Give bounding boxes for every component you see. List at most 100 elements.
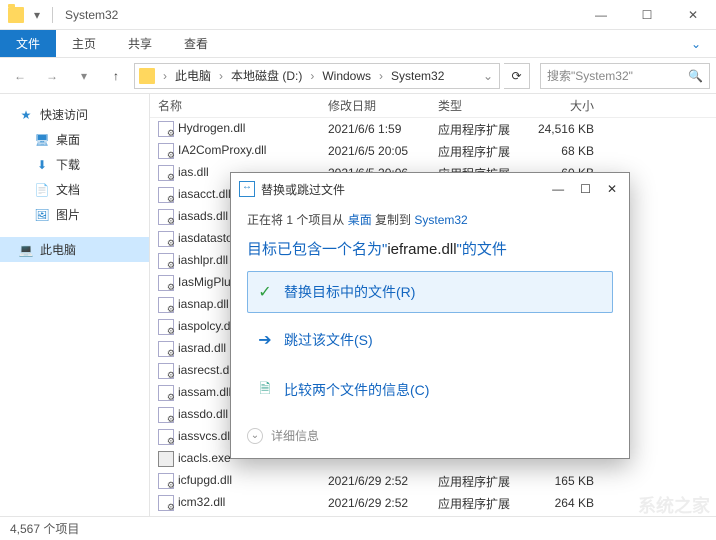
window-controls: — ☐ ✕ xyxy=(578,0,716,30)
sidebar-item-label: 桌面 xyxy=(56,131,80,148)
option-replace[interactable]: ✓ 替换目标中的文件(R) xyxy=(247,271,613,313)
chevron-right-icon[interactable]: › xyxy=(161,69,169,83)
option-label: 跳过该文件(S) xyxy=(284,330,373,350)
file-icon xyxy=(158,209,174,225)
recent-locations-button[interactable]: ▾ xyxy=(70,63,98,89)
file-icon xyxy=(158,363,174,379)
dialog-close-button[interactable]: ✕ xyxy=(607,182,617,196)
sidebar-item-this-pc[interactable]: 💻 此电脑 xyxy=(0,237,149,262)
file-name: Hydrogen.dll xyxy=(178,121,245,135)
file-icon xyxy=(158,451,174,467)
file-type: 应用程序扩展 xyxy=(430,143,522,160)
pictures-icon: 🖼 xyxy=(34,207,50,223)
details-toggle[interactable]: ⌄ 详细信息 xyxy=(247,427,613,444)
breadcrumb-folder-icon xyxy=(139,68,155,84)
tab-share[interactable]: 共享 xyxy=(112,30,168,57)
option-compare[interactable]: 🗎 比较两个文件的信息(C) xyxy=(247,367,613,413)
sidebar-item-documents[interactable]: 📄 文档 xyxy=(0,177,149,202)
computer-icon: 💻 xyxy=(18,242,34,258)
dialog-body: 正在将 1 个项目从 桌面 复制到 System32 目标已包含一个名为"ief… xyxy=(231,205,629,458)
search-placeholder: 搜索"System32" xyxy=(547,67,633,84)
column-headers: 名称 修改日期 类型 大小 xyxy=(150,94,716,118)
quick-access-toolbar-icon[interactable]: ▾ xyxy=(30,8,44,22)
sidebar-item-label: 下载 xyxy=(56,156,80,173)
breadcrumb-segment[interactable]: Windows xyxy=(318,69,375,83)
desktop-icon: 🖥 xyxy=(34,132,50,148)
details-label: 详细信息 xyxy=(271,427,319,444)
destination-link[interactable]: System32 xyxy=(414,213,467,227)
tab-file[interactable]: 文件 xyxy=(0,30,56,57)
refresh-button[interactable]: ⟳ xyxy=(504,63,530,89)
file-icon xyxy=(158,341,174,357)
table-row[interactable]: icfupgd.dll2021/6/29 2:52应用程序扩展165 KB xyxy=(150,470,716,492)
breadcrumb-dropdown[interactable]: ⌄ xyxy=(481,69,495,83)
close-button[interactable]: ✕ xyxy=(670,0,716,30)
forward-button[interactable]: → xyxy=(38,63,66,89)
sidebar-item-desktop[interactable]: 🖥 桌面 xyxy=(0,127,149,152)
chevron-right-icon[interactable]: › xyxy=(308,69,316,83)
table-row[interactable]: IA2ComProxy.dll2021/6/5 20:05应用程序扩展68 KB xyxy=(150,140,716,162)
file-icon xyxy=(158,165,174,181)
compare-icon: 🗎 xyxy=(256,378,274,402)
table-row[interactable]: icmp.dll2021/6/5 20:06应用程序扩展12 KB xyxy=(150,514,716,516)
breadcrumb-segment[interactable]: 本地磁盘 (D:) xyxy=(227,67,306,84)
breadcrumb-segment[interactable]: 此电脑 xyxy=(171,67,215,84)
file-icon xyxy=(158,319,174,335)
dialog-title: 替换或跳过文件 xyxy=(261,181,345,198)
ribbon-tabs: 文件 主页 共享 查看 ⌄ xyxy=(0,30,716,58)
file-name: iassdo.dll xyxy=(178,407,228,421)
breadcrumb[interactable]: › 此电脑 › 本地磁盘 (D:) › Windows › System32 ⌄ xyxy=(134,63,500,89)
tab-view[interactable]: 查看 xyxy=(168,30,224,57)
file-icon xyxy=(158,385,174,401)
file-icon xyxy=(158,297,174,313)
file-icon xyxy=(158,121,174,137)
file-name: icfupgd.dll xyxy=(178,473,232,487)
column-header-date[interactable]: 修改日期 xyxy=(320,97,430,114)
file-size: 165 KB xyxy=(522,474,602,488)
file-name: iaspolcy.dll xyxy=(178,319,236,333)
copy-icon xyxy=(239,181,255,197)
dialog-titlebar: 替换或跳过文件 — ☐ ✕ xyxy=(231,173,629,205)
dialog-heading: 目标已包含一个名为"ieframe.dll"的文件 xyxy=(247,238,613,259)
back-button[interactable]: ← xyxy=(6,63,34,89)
column-header-name[interactable]: 名称 xyxy=(150,97,320,114)
file-type: 应用程序扩展 xyxy=(430,495,522,512)
file-name: iassvcs.dll xyxy=(178,429,233,443)
sidebar-item-downloads[interactable]: ⬇ 下载 xyxy=(0,152,149,177)
up-button[interactable]: ↑ xyxy=(102,63,130,89)
source-link[interactable]: 桌面 xyxy=(348,213,372,227)
search-icon[interactable]: 🔍 xyxy=(688,69,703,83)
dialog-maximize-button[interactable]: ☐ xyxy=(580,182,591,196)
file-name: icm32.dll xyxy=(178,495,225,509)
tab-home[interactable]: 主页 xyxy=(56,30,112,57)
file-icon xyxy=(158,143,174,159)
file-size: 264 KB xyxy=(522,496,602,510)
option-skip[interactable]: ➔ 跳过该文件(S) xyxy=(247,319,613,361)
chevron-down-icon: ⌄ xyxy=(247,428,263,444)
file-icon xyxy=(158,275,174,291)
file-date: 2021/6/6 1:59 xyxy=(320,122,430,136)
file-date: 2021/6/5 20:05 xyxy=(320,144,430,158)
ribbon-expand-button[interactable]: ⌄ xyxy=(676,30,716,57)
breadcrumb-segment[interactable]: System32 xyxy=(387,69,448,83)
option-label: 替换目标中的文件(R) xyxy=(284,282,415,302)
file-name: iasacct.dll xyxy=(178,187,231,201)
chevron-right-icon[interactable]: › xyxy=(217,69,225,83)
chevron-right-icon[interactable]: › xyxy=(377,69,385,83)
column-header-type[interactable]: 类型 xyxy=(430,97,522,114)
minimize-button[interactable]: — xyxy=(578,0,624,30)
sidebar-item-quick-access[interactable]: ★ 快速访问 xyxy=(0,102,149,127)
dialog-minimize-button[interactable]: — xyxy=(552,182,564,196)
sidebar-item-label: 快速访问 xyxy=(40,106,88,123)
file-type: 应用程序扩展 xyxy=(430,121,522,138)
maximize-button[interactable]: ☐ xyxy=(624,0,670,30)
file-icon xyxy=(158,187,174,203)
table-row[interactable]: icm32.dll2021/6/29 2:52应用程序扩展264 KB xyxy=(150,492,716,514)
item-count: 4,567 个项目 xyxy=(10,520,79,537)
table-row[interactable]: Hydrogen.dll2021/6/6 1:59应用程序扩展24,516 KB xyxy=(150,118,716,140)
search-input[interactable]: 搜索"System32" 🔍 xyxy=(540,63,710,89)
column-header-size[interactable]: 大小 xyxy=(522,97,602,114)
sidebar-item-pictures[interactable]: 🖼 图片 xyxy=(0,202,149,227)
check-icon: ✓ xyxy=(256,282,274,302)
file-date: 2021/6/29 2:52 xyxy=(320,474,430,488)
